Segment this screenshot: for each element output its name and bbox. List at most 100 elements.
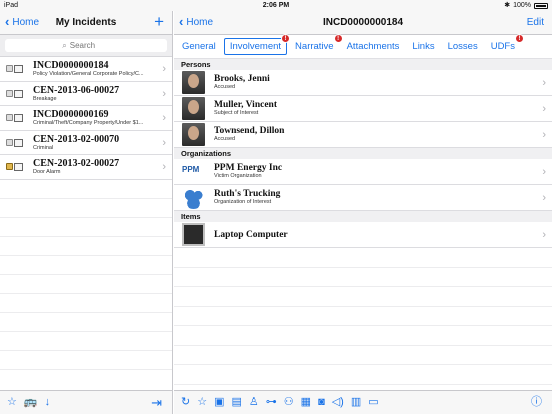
- lock-icon: [6, 114, 13, 121]
- lock-icon[interactable]: ▣: [214, 397, 224, 408]
- search-input[interactable]: [69, 41, 110, 50]
- box-icon[interactable]: ▦: [301, 397, 311, 408]
- person-photo: [182, 123, 205, 146]
- status-bar: iPad 2:06 PM ✱ 100%: [0, 0, 552, 11]
- alert-badge: !: [281, 34, 291, 43]
- logout-icon[interactable]: ⇥: [151, 396, 162, 409]
- section-header-items: Items: [174, 211, 552, 222]
- organization-name: PPM Energy Inc: [214, 163, 283, 173]
- document-icon[interactable]: ▤: [232, 397, 242, 408]
- person-name: Muller, Vincent: [214, 100, 277, 110]
- book-icon: [14, 138, 23, 147]
- person-name: Brooks, Jenni: [214, 74, 270, 84]
- person-role: Subject of Interest: [214, 110, 259, 116]
- car-icon[interactable]: ⊶: [266, 397, 277, 408]
- tab-general[interactable]: General: [177, 39, 221, 54]
- camera-icon[interactable]: ◙: [318, 397, 325, 408]
- empty-row: [0, 313, 172, 332]
- chevron-right-icon: ›: [542, 129, 546, 141]
- battery-icon: [534, 2, 548, 9]
- incident-row[interactable]: CEN-2013-02-00027 Door Alarm ›: [0, 155, 172, 180]
- audio-icon[interactable]: ◁): [332, 397, 344, 408]
- empty-row: [0, 275, 172, 294]
- refresh-icon[interactable]: ↻: [181, 397, 190, 408]
- chevron-right-icon: ›: [542, 229, 546, 241]
- empty-row: [174, 365, 552, 385]
- person-row[interactable]: Brooks, Jenni Accused ›: [174, 70, 552, 96]
- arrow-down-icon[interactable]: ↓: [45, 397, 51, 408]
- vehicle-icon[interactable]: 🚌: [24, 397, 38, 408]
- clock: 2:06 PM: [262, 2, 290, 9]
- empty-row: [0, 294, 172, 313]
- section-header-organizations: Organizations: [174, 148, 552, 159]
- lock-icon: [6, 65, 13, 72]
- involvement-list: Persons Brooks, Jenni Accused › Muller, …: [174, 59, 552, 385]
- incident-row[interactable]: INCD0000000184 Policy Violation/General …: [0, 57, 172, 82]
- person-row[interactable]: Muller, Vincent Subject of Interest ›: [174, 96, 552, 122]
- incident-title: CEN-2013-02-00027: [33, 158, 120, 169]
- incident-title: CEN-2013-02-00070: [33, 133, 120, 145]
- left-title: My Incidents: [55, 17, 117, 28]
- incident-subtitle: Door Alarm: [33, 169, 61, 175]
- money-icon[interactable]: ▭: [368, 397, 378, 408]
- empty-row: [174, 248, 552, 268]
- incident-list-pane: ‹ Home My Incidents + ⌕ INCD0000000184 P…: [0, 11, 173, 414]
- tab-narrative[interactable]: Narrative!: [290, 34, 343, 54]
- add-incident-button[interactable]: +: [154, 12, 164, 32]
- chevron-right-icon: ›: [542, 103, 546, 115]
- person-row[interactable]: Townsend, Dillon Accused ›: [174, 122, 552, 148]
- group-icon[interactable]: ⚇: [284, 397, 294, 408]
- incident-row[interactable]: INCD0000000169 Criminal/Theft/Company Pr…: [0, 106, 172, 131]
- search-bar: ⌕: [0, 35, 172, 57]
- person-photo: [182, 97, 205, 120]
- section-header-persons: Persons: [174, 59, 552, 70]
- laptop-icon: [182, 223, 205, 246]
- right-nav-bar: ‹ Home INCD0000000184 Edit: [174, 11, 552, 35]
- empty-row: [174, 268, 552, 287]
- chevron-right-icon: ›: [542, 166, 546, 178]
- tab-links[interactable]: Links: [407, 39, 439, 54]
- book-icon: [14, 89, 23, 98]
- lock-icon: [6, 89, 13, 97]
- empty-row: [0, 237, 172, 256]
- incident-detail-title: INCD0000000184: [322, 17, 404, 28]
- empty-row: [174, 346, 552, 365]
- organization-row[interactable]: Ruth's Trucking Organization of Interest…: [174, 185, 552, 211]
- item-name: Laptop Computer: [214, 230, 288, 240]
- ppm-logo: PPM: [182, 165, 200, 174]
- tab-udfs[interactable]: UDFs!: [486, 34, 524, 54]
- detail-tabs: General Involvement! Narrative! Attachme…: [174, 34, 552, 59]
- item-row[interactable]: Laptop Computer ›: [174, 222, 552, 248]
- incident-subtitle: Criminal/Theft/Company Property/Under $1…: [33, 120, 144, 126]
- info-icon[interactable]: ⓘ: [531, 397, 542, 408]
- incident-subtitle: Policy Violation/General Corporate Polic…: [33, 71, 144, 77]
- edit-button[interactable]: Edit: [527, 17, 544, 28]
- chevron-right-icon: ›: [162, 63, 166, 75]
- tab-losses[interactable]: Losses: [443, 39, 483, 54]
- empty-row: [0, 351, 172, 370]
- person-icon[interactable]: ♙: [249, 397, 259, 408]
- left-nav-bar: ‹ Home My Incidents +: [0, 11, 172, 35]
- incident-title: INCD0000000169: [33, 109, 109, 120]
- tab-attachments[interactable]: Attachments: [342, 39, 405, 54]
- book-icon: [14, 114, 23, 122]
- person-name: Townsend, Dillon: [214, 126, 285, 136]
- person-photo: [182, 71, 205, 94]
- incident-list: INCD0000000184 Policy Violation/General …: [0, 57, 172, 370]
- incident-row[interactable]: CEN-2013-02-00070 Criminal ›: [0, 131, 172, 155]
- search-icon: ⌕: [62, 40, 67, 50]
- video-icon[interactable]: ▥: [351, 397, 361, 408]
- chevron-right-icon: ›: [542, 77, 546, 89]
- search-field-container[interactable]: ⌕: [5, 39, 167, 52]
- chevron-right-icon: ›: [162, 136, 166, 149]
- empty-row: [0, 332, 172, 351]
- star-icon[interactable]: ☆: [197, 397, 207, 408]
- tab-involvement[interactable]: Involvement!: [223, 34, 291, 55]
- incident-row[interactable]: CEN-2013-06-00027 Breakage ›: [0, 82, 172, 106]
- chevron-right-icon: ›: [162, 112, 166, 124]
- incident-detail-pane: ‹ Home INCD0000000184 Edit General Invol…: [174, 11, 552, 414]
- empty-row: [0, 218, 172, 237]
- organization-role: Organization of Interest: [214, 199, 272, 205]
- star-icon[interactable]: ☆: [7, 397, 17, 408]
- organization-row[interactable]: PPM PPM Energy Inc Victim Organization ›: [174, 159, 552, 185]
